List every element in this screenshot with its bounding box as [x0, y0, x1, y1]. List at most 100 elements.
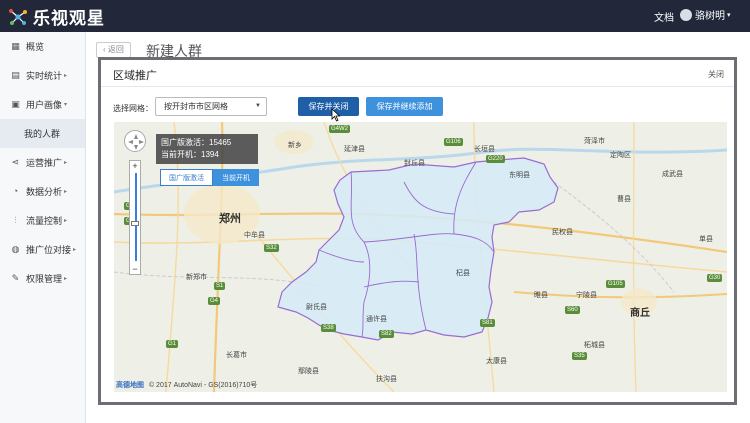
road-shield: S60	[565, 306, 580, 314]
map-place-label: 民权县	[552, 229, 573, 236]
chevron-left-icon: ‹	[103, 45, 106, 54]
map-place-label: 太康县	[486, 358, 507, 365]
road-shield: G1	[166, 340, 179, 348]
sidebar-item-label: 用户画像	[26, 100, 63, 110]
mouse-cursor-icon	[331, 108, 341, 122]
zoom-in-icon[interactable]: +	[130, 161, 140, 171]
back-button[interactable]: ‹ 返回	[96, 42, 131, 58]
road-shield: G106	[444, 138, 463, 146]
sidebar-item-realtime-stats[interactable]: ▤ 实时统计 ▸	[0, 61, 85, 90]
map-tooltip: 国广版激活：15465 当前开机：1394	[156, 134, 258, 164]
map-place-label: 宁陵县	[576, 292, 597, 299]
chevron-right-icon: ▸	[64, 218, 68, 224]
tooltip-powered-on: 当前开机：1394	[161, 150, 219, 159]
docs-link[interactable]: 文档	[654, 9, 674, 24]
map-place-label: 中牟县	[244, 232, 265, 239]
sidebar-item-user-profile[interactable]: ▣ 用户画像 ▾	[0, 90, 85, 119]
modal-divider	[101, 86, 734, 87]
map-place-label: 菏泽市	[584, 138, 605, 145]
chevron-down-icon: ▾	[64, 102, 68, 108]
top-navigation-bar: 乐视观星 文档 骆树明 ▾	[0, 0, 750, 32]
map-place-label: 延津县	[344, 146, 365, 153]
tooltip-activations: 国广版激活：15465	[161, 138, 232, 147]
map-place-label: 长葛市	[226, 352, 247, 359]
map-zoom-control[interactable]: + −	[124, 130, 146, 275]
road-shield: G220	[486, 155, 505, 163]
map-place-label: 曹县	[617, 196, 631, 203]
map-place-label: 郑州	[219, 213, 241, 225]
map-metric-toggle: 国广版激活 当前开机	[160, 169, 259, 186]
map-provider-logo: 高德地图	[116, 382, 144, 389]
map-place-label: 睢县	[534, 292, 548, 299]
save-and-continue-button[interactable]: 保存并继续添加	[366, 97, 443, 116]
sidebar-item-label: 我的人群	[24, 129, 61, 139]
map-place-label: 东明县	[509, 172, 530, 179]
sidebar-item-label: 数据分析	[26, 187, 63, 197]
map-copyright: 高德地图 © 2017 AutoNavi - GS(2016)710号	[116, 380, 257, 390]
road-shield: S32	[264, 244, 279, 252]
save-and-close-button[interactable]: 保存并关闭	[298, 97, 359, 116]
edit-icon: ✎	[11, 273, 20, 283]
map-pan-control[interactable]	[124, 130, 146, 152]
sidebar-item-overview[interactable]: ▦ 概览	[0, 32, 85, 61]
map-copyright-text: © 2017 AutoNavi - GS(2016)710号	[148, 382, 258, 389]
zoom-handle[interactable]	[131, 221, 139, 226]
sidebar-item-traffic-control[interactable]: ⫶ 流量控制 ▸	[0, 206, 85, 235]
map-place-label: 尉氏县	[306, 304, 327, 311]
map-place-label: 柘城县	[584, 342, 605, 349]
map-zoom-slider[interactable]: + −	[129, 160, 141, 275]
toggle-activations[interactable]: 国广版激活	[160, 169, 213, 186]
sidebar-item-label: 运营推广	[26, 158, 63, 168]
modal-close-button[interactable]: 关闭	[708, 69, 724, 80]
map-place-label: 扶沟县	[376, 376, 397, 383]
user-name: 骆树明	[695, 11, 725, 22]
road-shield: G4	[208, 297, 221, 305]
map-place-label: 成武县	[662, 171, 683, 178]
grid-select-label: 选择网格：	[113, 104, 153, 113]
road-shield: S82	[379, 330, 394, 338]
compass-icon	[128, 134, 144, 150]
map-place-label: 通许县	[366, 316, 387, 323]
grid-select[interactable]: 按开封市市区网格 ▼	[155, 97, 267, 116]
map-place-label: 新乡	[288, 142, 302, 149]
sidebar-item-permissions[interactable]: ✎ 权限管理 ▸	[0, 264, 85, 293]
road-shield: S35	[572, 352, 587, 360]
globe-icon: ◍	[11, 244, 20, 254]
toggle-powered-on[interactable]: 当前开机	[213, 169, 259, 186]
sidebar-item-label: 实时统计	[26, 71, 63, 81]
map-place-label: 杞县	[456, 270, 470, 277]
sidebar-item-my-audience[interactable]: 我的人群	[0, 119, 85, 148]
app-title: 乐视观星	[33, 9, 105, 28]
chevron-down-icon: ▼	[255, 103, 261, 109]
zoom-out-icon[interactable]: −	[130, 264, 140, 274]
map-place-label: 长垣县	[474, 146, 495, 153]
chevron-right-icon: ▸	[64, 73, 68, 79]
grid-select-value: 按开封市市区网格	[164, 102, 228, 111]
back-button-label: 返回	[107, 45, 124, 54]
road-shield: G105	[606, 280, 625, 288]
region-map[interactable]: 郑州 商丘 新乡 延津县 封丘县 长垣县 东明县 菏泽市 定陶区 成武县 曹县 单县 民权县 睢县 宁陵县柘…	[114, 122, 727, 392]
sidebar-item-data-analysis[interactable]: ◔ 数据分析 ▸	[0, 177, 85, 206]
sidebar-item-ad-slots[interactable]: ◍ 推广位对接 ▸	[0, 235, 85, 264]
map-place-label: 新郑市	[186, 274, 207, 281]
sidebar-item-label: 流量控制	[26, 216, 63, 226]
app-logo[interactable]: 乐视观星	[8, 4, 105, 29]
chevron-right-icon: ▸	[64, 160, 68, 166]
sidebar: ▦ 概览 ▤ 实时统计 ▸ ▣ 用户画像 ▾ 我的人群 ⋖ 运营推广 ▸ ◔ 数…	[0, 32, 86, 423]
map-place-label: 单县	[699, 236, 713, 243]
sidebar-item-label: 推广位对接	[26, 245, 72, 255]
road-shield: S1	[214, 282, 226, 290]
map-place-label: 封丘县	[404, 160, 425, 167]
modal-title: 区域推广	[113, 70, 157, 82]
user-menu[interactable]: 骆树明 ▾	[680, 7, 731, 22]
map-place-label: 鄢陵县	[298, 368, 319, 375]
sidebar-item-operations[interactable]: ⋖ 运营推广 ▸	[0, 148, 85, 177]
road-shield: S38	[321, 324, 336, 332]
grid-icon: ▦	[11, 41, 20, 51]
chevron-right-icon: ▸	[64, 276, 68, 282]
chevron-right-icon: ▸	[64, 189, 68, 195]
avatar	[680, 8, 692, 21]
sidebar-item-label: 概览	[26, 42, 45, 52]
sliders-icon: ⫶	[14, 215, 17, 225]
sidebar-item-label: 权限管理	[26, 274, 63, 284]
